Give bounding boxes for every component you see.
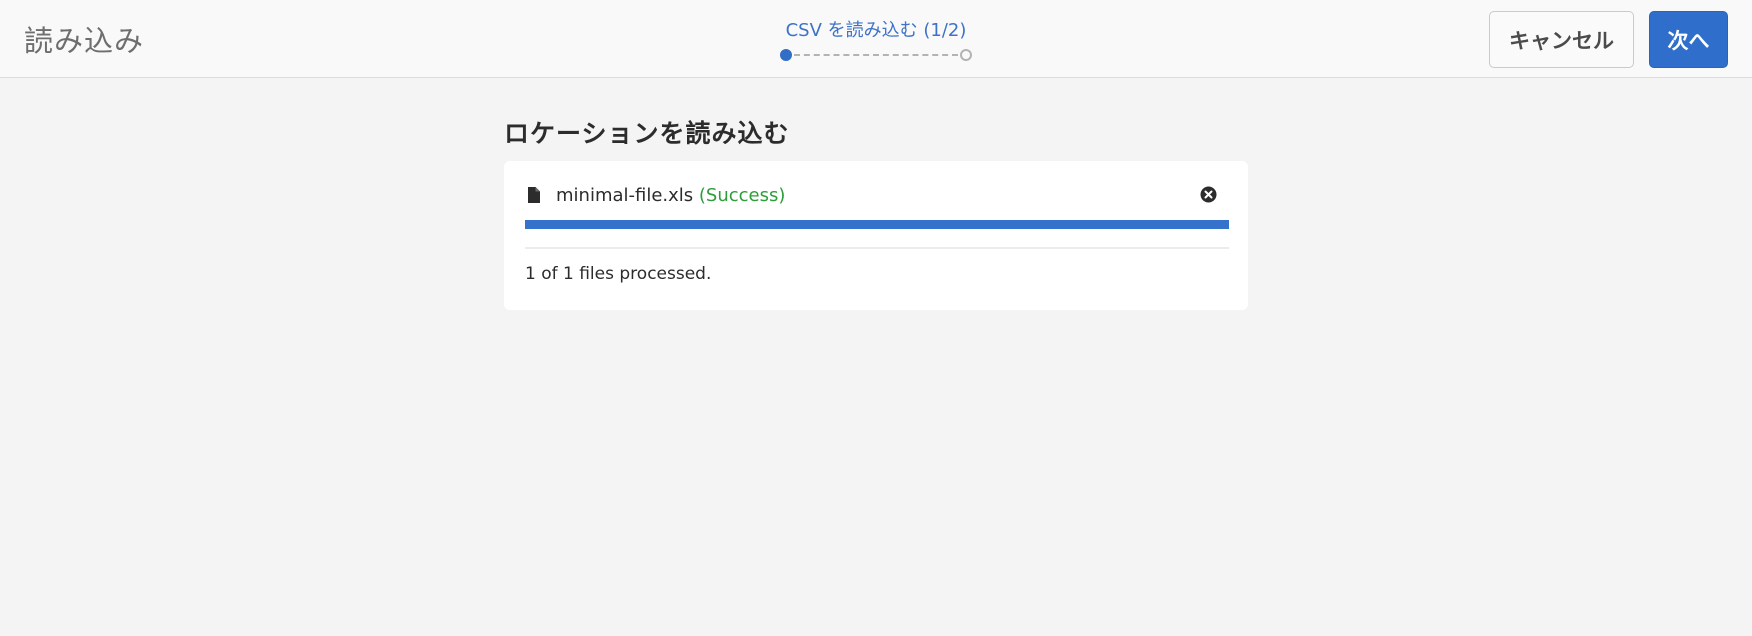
file-icon (528, 187, 540, 203)
step-1-indicator (780, 49, 792, 61)
step-2-indicator (960, 49, 972, 61)
upload-progress-bar (525, 220, 1229, 229)
file-entry: minimal-file.xls (Success) (556, 185, 785, 206)
top-bar: 読み込み CSV を読み込む (1/2) キャンセル 次へ (0, 0, 1752, 78)
next-button[interactable]: 次へ (1649, 11, 1728, 68)
app-title: 読み込み (24, 24, 145, 58)
upload-card: minimal-file.xls (Success) 1 of 1 files … (504, 161, 1248, 310)
wizard-stepper: CSV を読み込む (1/2) (776, 16, 976, 66)
divider (525, 247, 1229, 249)
close-circle-icon[interactable] (1200, 186, 1217, 203)
wizard-step-label: CSV を読み込む (1/2) (785, 20, 967, 41)
file-name: minimal-file.xls (556, 185, 694, 206)
cancel-button[interactable]: キャンセル (1489, 11, 1634, 68)
page-title: ロケーションを読み込む (504, 119, 790, 148)
step-connector (794, 54, 958, 56)
upload-summary: 1 of 1 files processed. (525, 264, 712, 284)
upload-progress-fill (525, 220, 1229, 229)
upload-status: (Success) (698, 185, 786, 206)
